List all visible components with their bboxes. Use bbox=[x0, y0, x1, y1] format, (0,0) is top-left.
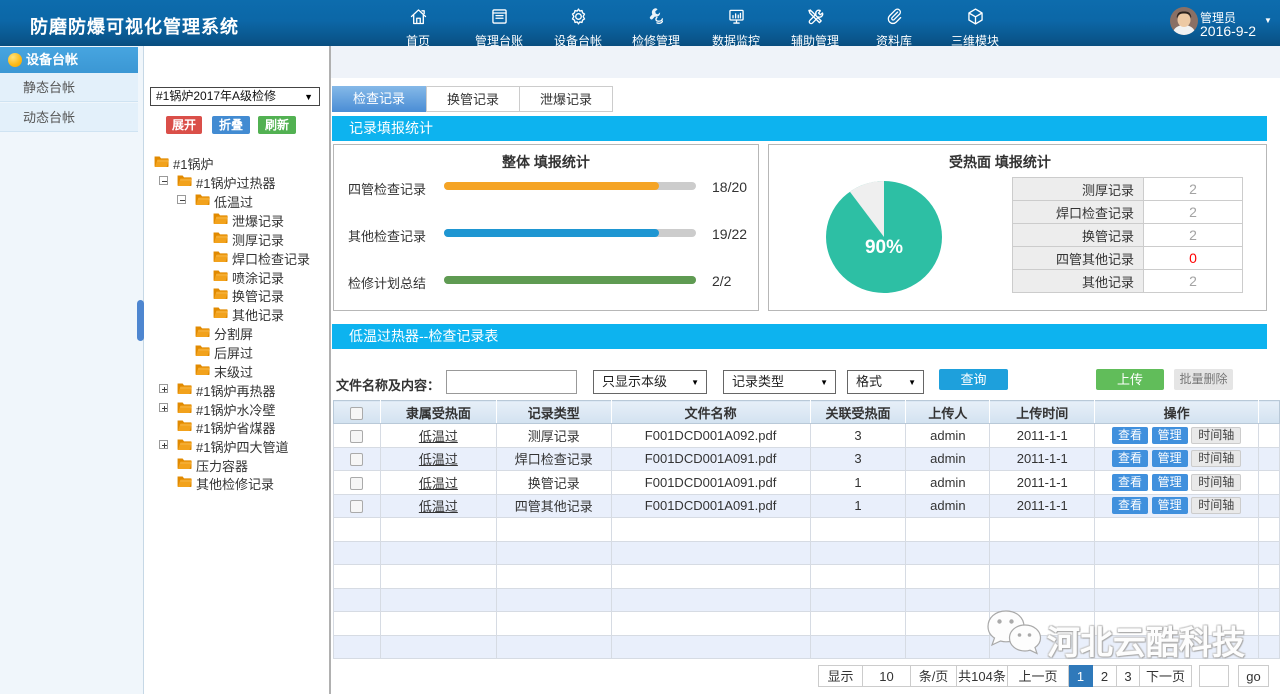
svg-text:90%: 90% bbox=[865, 237, 903, 258]
